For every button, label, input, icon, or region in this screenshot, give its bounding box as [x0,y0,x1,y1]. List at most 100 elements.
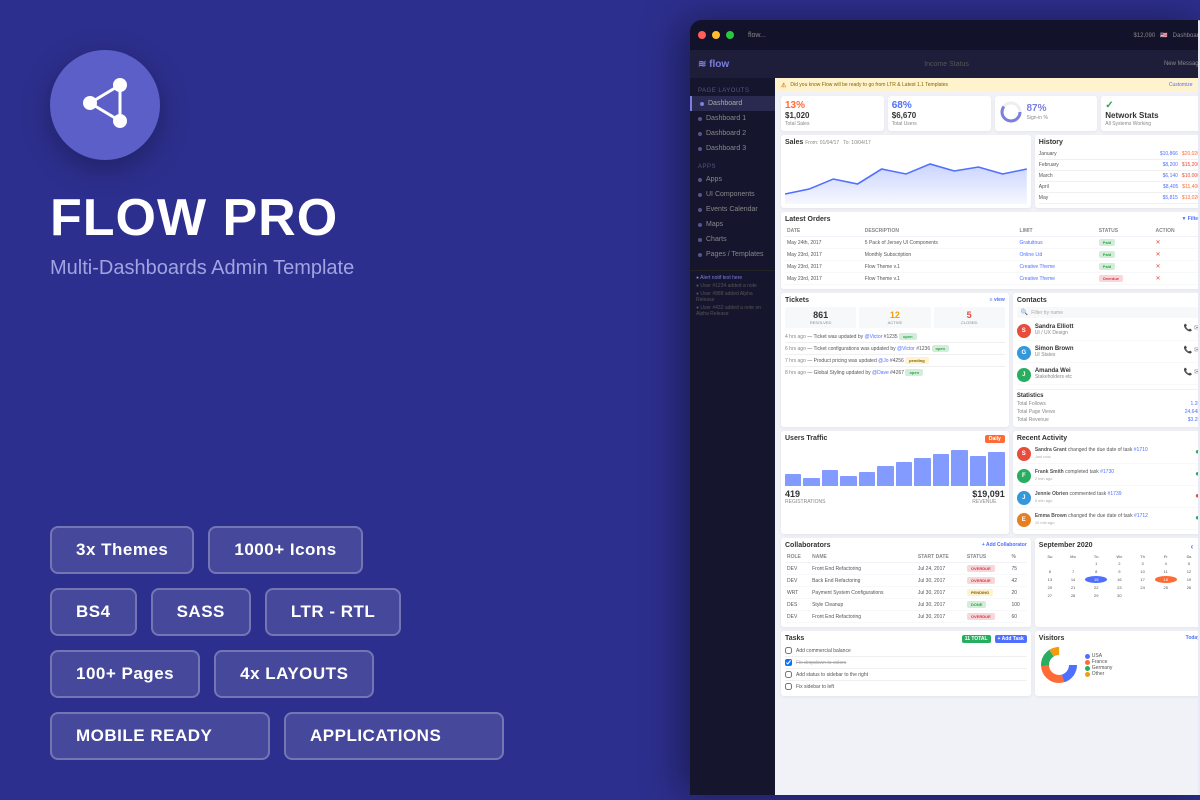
bar [933,454,949,486]
badge-sass: SASS [151,588,251,636]
tickets-contacts-row: Tickets ≡ view 861 RESOLVED 12 ACTIVE [775,293,1200,431]
sidebar-item-d3[interactable]: Dashboard 3 [690,141,775,156]
sidebar-dot-ui [698,193,702,197]
table-row: May 23rd, 2017 Flow Theme v.1 Creative T… [785,273,1200,285]
contact-item: S Sandra Elliott UI / UX Design 📞 ✉ [1017,322,1200,341]
sidebar-item-ui[interactable]: UI Components [690,187,775,202]
sidebar-activity-item2: ● User #1234 added a note [696,283,769,289]
donut-chart [999,100,1023,124]
activity-time: Just now [1035,454,1148,459]
activity-avatar: J [1017,491,1031,505]
stat-pct-sales: 13% [785,100,880,111]
ticket-item: 7 hrs ago — Product pricing was updated … [785,355,1005,367]
traffic-badge: Daily [985,435,1005,443]
table-row: DEV Front End Refactoring Jul 24, 2017 O… [785,563,1027,575]
calendar-today[interactable]: 15 [1085,576,1107,583]
sidebar-item-d1[interactable]: Dashboard 1 [690,111,775,126]
contact-avatar: S [1017,324,1031,338]
history-list: January $10,866 $20,020 February $8,200 … [1039,149,1200,204]
activity-item: J Jennie Obrien commented task #1739 5 m… [1017,489,1200,508]
delete-icon[interactable]: ✕ [1155,276,1160,282]
tasks-visitors-row: Tasks 11 TOTAL + Add Task Add commercial… [775,631,1200,700]
stat-label-users: Total Users [892,121,987,127]
delete-icon[interactable]: ✕ [1155,264,1160,270]
orders-table: DATE DESCRIPTION LIMIT STATUS ACTION May… [785,226,1200,285]
task-checkbox[interactable] [785,647,792,654]
task-item: Add commercial balance [785,645,1027,657]
contact-role: Stakeholders etc [1035,374,1180,380]
activity-text: Sandra Grant changed the due date of tas… [1035,447,1148,454]
delete-icon[interactable]: ✕ [1155,240,1160,246]
delete-icon[interactable]: ✕ [1155,252,1160,258]
tickets-stats: 861 RESOLVED 12 ACTIVE 5 CLOSED [785,307,1005,328]
sidebar-item-pages[interactable]: Pages / Templates [690,247,775,262]
close-dot [698,31,706,39]
activity-item: E Emma Brown changed the due date of tas… [1017,511,1200,530]
history-item-may: May $5,815 $13,020 [1039,193,1200,204]
col-date: DATE [785,226,863,237]
contact-item: G Simon Brown UI States 📞 ✉ [1017,344,1200,363]
sidebar-label-d1: Dashboard 1 [706,115,746,122]
calendar-grid: Su Mo Tu We Th Fr Sa 1 2 3 4 5 [1039,554,1200,599]
badge-mobile: MOBILE READY [50,712,270,760]
sidebar-dot-charts [698,238,702,242]
sidebar-item-calendar[interactable]: Events Calendar [690,202,775,217]
ticket-resolved: 861 RESOLVED [785,307,856,328]
sidebar-item-charts[interactable]: Charts [690,232,775,247]
dash-main: Page Layouts Dashboard Dashboard 1 Dashb… [690,78,1200,795]
contacts-search[interactable]: 🔍 Filter by name [1017,307,1200,318]
traffic-registrations-label: REGISTRATIONS [785,499,825,505]
sidebar-activity-item1: ● Alert notif text here [696,275,769,281]
calendar-event-day[interactable]: 18 [1155,576,1177,583]
task-checkbox[interactable] [785,683,792,690]
sidebar-item-maps[interactable]: Maps [690,217,775,232]
traffic-footer: 419 REGISTRATIONS $19,091 REVENUE [785,489,1005,505]
col-status: STATUS [1097,226,1154,237]
bar [803,478,819,486]
stat-card-network: ✓ Network Stats All Systems Working [1101,96,1200,131]
sidebar-item-apps[interactable]: Apps [690,172,775,187]
stat-pct-signin: 87% [1027,103,1048,114]
notif-text: Did you know Flow will be ready to go fr… [790,82,948,88]
collab-add[interactable]: + Add Collaborator [982,542,1027,549]
task-checkbox[interactable] [785,671,792,678]
stat-card-users: 68% $6,670 Total Users [888,96,991,131]
dash-brand-bar: ≋ flow Income Status New Message [690,50,1200,78]
minimize-dot [712,31,720,39]
badge-row-1: 3x Themes 1000+ Icons [50,526,610,574]
badge-layouts: 4x LAYOUTS [214,650,374,698]
ticket-closed: 5 CLOSED [934,307,1005,328]
sidebar-label-ui: UI Components [706,191,755,198]
activity-avatar: E [1017,513,1031,527]
collab-title: Collaborators + Add Collaborator [785,542,1027,549]
task-item: Fix sidebar to left [785,681,1027,692]
brand-subtitle: Multi-Dashboards Admin Template [50,257,610,280]
notif-link[interactable]: Customize [1169,82,1193,88]
recent-activity-card: Recent Activity S Sandra Grant changed t… [1013,431,1200,534]
tickets-view[interactable]: ≡ view [990,297,1005,304]
task-checkbox[interactable] [785,659,792,666]
sidebar-section-apps: Apps [690,160,775,172]
sidebar-label-d3: Dashboard 3 [706,145,746,152]
sidebar-item-d2[interactable]: Dashboard 2 [690,126,775,141]
task-item: Add status to sidebar to the right [785,669,1027,681]
traffic-card: Users Traffic Daily [781,431,1009,534]
badge-row-4: MOBILE READY APPLICATIONS [50,712,610,760]
tickets-card: Tickets ≡ view 861 RESOLVED 12 ACTIVE [781,293,1009,427]
stat-val-network: Network Stats [1105,111,1200,120]
collab-table: ROLE NAME START DATE STATUS % DEV Front … [785,552,1027,623]
collab-calendar-row: Collaborators + Add Collaborator ROLE NA… [775,538,1200,631]
task-item: Fix dropdown to colors [785,657,1027,669]
status-badge: Paid [1099,251,1115,258]
activity-text: Frank Smith completed task #1730 [1035,469,1114,476]
bar [785,474,801,486]
ticket-list: 4 hrs ago — Ticket was updated by @Victo… [785,331,1005,378]
sidebar-item-dashboard[interactable]: Dashboard [690,96,775,111]
ticket-active: 12 ACTIVE [859,307,930,328]
traffic-activity-row: Users Traffic Daily [775,431,1200,538]
stat-card-sales: 13% $1,020 Total Sales [781,96,884,131]
history-item-apr: April $8,405 $11,400 [1039,182,1200,193]
history-chart-title: History [1039,139,1200,146]
prev-month-btn[interactable]: ‹ [1191,542,1194,551]
table-row: May 23rd, 2017 Monthly Subscription Onli… [785,249,1200,261]
